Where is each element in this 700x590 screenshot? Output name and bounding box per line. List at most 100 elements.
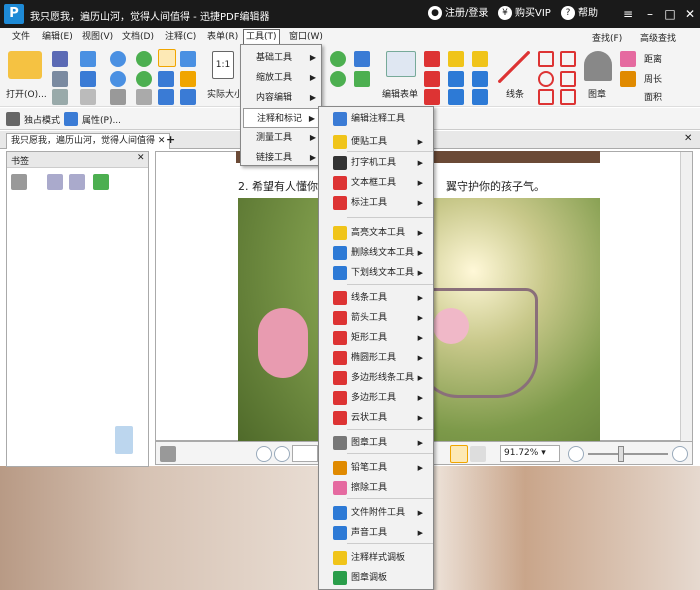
gear-icon[interactable] <box>11 174 27 190</box>
open-folder-icon[interactable] <box>8 51 42 79</box>
pencil-ribbon-icon[interactable] <box>620 71 636 87</box>
minimize-icon[interactable]: – <box>642 6 658 22</box>
menu-tools[interactable]: 工具(T) <box>243 29 280 45</box>
exclusive-mode-icon[interactable] <box>6 112 20 126</box>
annot-item-attachment[interactable]: 文件附件工具 ▶ <box>319 503 433 523</box>
open-button[interactable]: 打开(O)... <box>6 87 47 100</box>
print-icon[interactable] <box>52 71 68 87</box>
tools-basic[interactable]: 基础工具 ▶ <box>243 48 321 68</box>
find-button[interactable]: 查找(F) <box>592 31 622 44</box>
zoom-select[interactable]: 91.72% ▾ <box>500 445 560 462</box>
rotate-icon[interactable] <box>136 89 152 105</box>
continuous-page-icon[interactable] <box>470 446 486 462</box>
rect-ribbon-icon[interactable] <box>538 89 554 105</box>
bookmark-delete-icon[interactable] <box>69 174 85 190</box>
strike-ribbon-icon[interactable] <box>448 71 464 87</box>
bookmark-new-icon[interactable] <box>93 174 109 190</box>
status-gear-icon[interactable] <box>160 446 176 462</box>
advanced-find-button[interactable]: 高级查找 <box>640 31 676 44</box>
polygon-ribbon-icon[interactable] <box>560 71 576 87</box>
export-icon[interactable] <box>52 89 68 105</box>
select-text-icon[interactable] <box>158 71 174 87</box>
snapshot-icon[interactable] <box>158 89 174 105</box>
camera-icon[interactable] <box>180 51 196 67</box>
menu-icon[interactable]: ≡ <box>620 6 636 22</box>
textbox-red-icon[interactable] <box>424 71 440 87</box>
annot-item-polyline[interactable]: 多边形线条工具 ▶ <box>319 368 433 388</box>
note-ribbon-icon[interactable] <box>472 51 488 67</box>
buy-vip-button[interactable]: ¥ 购买VIP <box>498 6 551 22</box>
annot-item-textbox[interactable]: 文本框工具 ▶ <box>319 173 433 193</box>
annot-item-strikeout[interactable]: 删除线文本工具 ▶ <box>319 243 433 263</box>
zoom-out-icon[interactable] <box>568 446 584 462</box>
arrow-ribbon-icon[interactable] <box>538 51 554 67</box>
vertical-scrollbar[interactable] <box>680 152 692 442</box>
stamp-ribbon-icon[interactable] <box>584 51 612 81</box>
undo-icon[interactable] <box>110 51 126 67</box>
clipboard-icon[interactable] <box>180 71 196 87</box>
annot-item-callout[interactable]: 标注工具 ▶ <box>319 193 433 213</box>
annot-item-edit-annotation[interactable]: 编辑注释工具 <box>319 109 433 129</box>
annot-item-ellipse[interactable]: 椭圆形工具 ▶ <box>319 348 433 368</box>
area-button[interactable]: 面积 <box>644 90 662 103</box>
tools-zoom[interactable]: 缩放工具 ▶ <box>243 68 321 88</box>
stamp-button[interactable]: 图章 <box>588 87 606 100</box>
hand-tool-icon[interactable] <box>158 49 176 67</box>
callout-red-icon[interactable] <box>424 89 440 105</box>
sound-ribbon-icon[interactable] <box>472 89 488 105</box>
refresh-icon[interactable] <box>330 71 346 87</box>
annot-item-underline[interactable]: 下划线文本工具 ▶ <box>319 263 433 283</box>
highlight-ribbon-icon[interactable] <box>448 51 464 67</box>
annot-item-sound[interactable]: 声音工具 ▶ <box>319 523 433 543</box>
distance-button[interactable]: 距离 <box>644 52 662 65</box>
annot-item-sticky-note[interactable]: 便贴工具 ▶ <box>319 132 433 152</box>
help-button[interactable]: ? 帮助 <box>561 6 598 22</box>
single-page-icon[interactable] <box>450 445 468 463</box>
annot-item-pencil[interactable]: 铅笔工具 ▶ <box>319 458 433 478</box>
new-doc-icon[interactable] <box>80 89 96 105</box>
text-tool-icon[interactable] <box>424 51 440 67</box>
fit-page-icon[interactable] <box>354 51 370 67</box>
document-tab[interactable]: 我只愿我，遍历山河，觉得人间值得 ✕ <box>6 133 171 149</box>
actual-size-button[interactable]: 实际大小 <box>207 87 243 100</box>
actual-size-icon[interactable]: 1:1 <box>212 51 234 79</box>
tools-annotation[interactable]: 注释和标记 ▶ <box>243 108 321 128</box>
annot-item-typewriter[interactable]: 打字机工具 ▶ <box>319 153 433 173</box>
annot-item-style-palette[interactable]: 注释样式调板 <box>319 548 433 568</box>
close-icon[interactable]: ✕ <box>682 6 698 22</box>
menu-view[interactable]: 视图(V) <box>80 30 115 44</box>
first-page-icon[interactable] <box>256 446 272 462</box>
tools-link[interactable]: 链接工具 ▶ <box>243 148 321 168</box>
underline-ribbon-icon[interactable] <box>448 89 464 105</box>
tools-content-edit[interactable]: 内容编辑 ▶ <box>243 88 321 108</box>
cloud-ribbon-icon[interactable] <box>560 89 576 105</box>
menu-document[interactable]: 文档(D) <box>120 30 156 44</box>
back-icon[interactable] <box>136 51 152 67</box>
annot-item-cloud[interactable]: 云状工具 ▶ <box>319 408 433 428</box>
zoom-select-icon[interactable] <box>180 89 196 105</box>
annot-item-eraser[interactable]: 擦除工具 <box>319 478 433 498</box>
email-icon[interactable] <box>80 51 96 67</box>
scan-icon[interactable] <box>80 71 96 87</box>
annot-item-stamp[interactable]: 图章工具 ▶ <box>319 433 433 453</box>
new-tab-icon[interactable]: + <box>166 133 175 146</box>
bookmark-add-icon[interactable] <box>47 174 63 190</box>
forward-icon[interactable] <box>136 71 152 87</box>
menu-comment[interactable]: 注释(C) <box>163 30 198 44</box>
edit-form-icon[interactable] <box>386 51 416 77</box>
menu-form[interactable]: 表单(R) <box>205 30 240 44</box>
annot-item-stamp-palette[interactable]: 图章调板 <box>319 568 433 588</box>
login-button[interactable]: ● 注册/登录 <box>428 6 488 22</box>
line-icon-large[interactable] <box>498 51 530 83</box>
properties-icon[interactable] <box>64 112 78 126</box>
edit-form-button[interactable]: 编辑表单 <box>382 87 418 100</box>
add-page-icon[interactable] <box>354 71 370 87</box>
save-icon[interactable] <box>52 51 68 67</box>
page-icon[interactable] <box>110 89 126 105</box>
bookmark-close-icon[interactable]: ✕ <box>137 153 145 163</box>
redo-icon[interactable] <box>110 71 126 87</box>
annot-item-polygon[interactable]: 多边形工具 ▶ <box>319 388 433 408</box>
zoom-slider[interactable] <box>588 453 668 455</box>
zoom-in-icon[interactable] <box>330 51 346 67</box>
annot-item-line[interactable]: 线条工具 ▶ <box>319 288 433 308</box>
